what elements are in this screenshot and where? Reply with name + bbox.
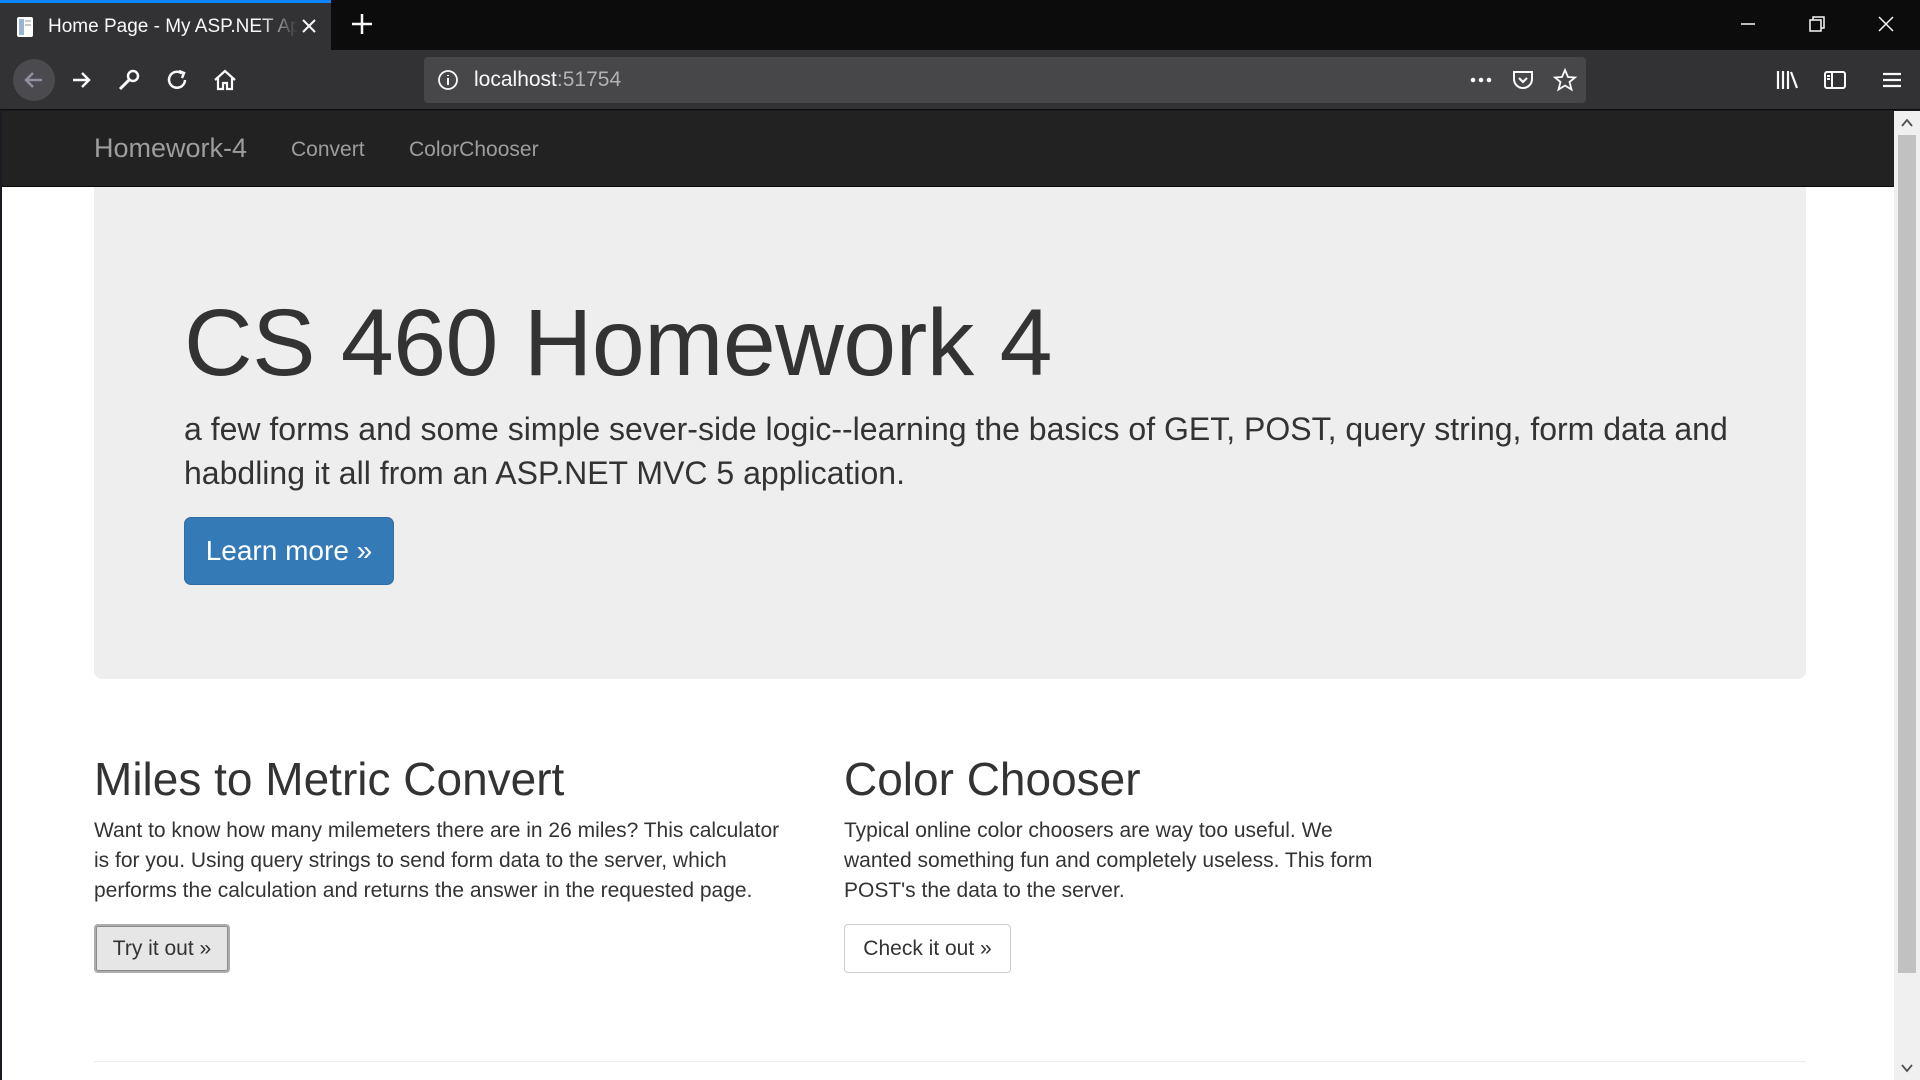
convert-description: Want to know how many milemeters there a… [94,819,780,902]
bookmark-star-icon[interactable] [1552,67,1578,93]
pocket-icon[interactable] [1510,67,1536,93]
check-it-out-button[interactable]: Check it out » [844,924,1011,973]
learn-more-button[interactable]: Learn more » [184,517,394,585]
convert-heading: Miles to Metric Convert [94,753,565,805]
close-window-icon[interactable] [1874,12,1898,36]
browser-toolbar: localhost:51754 [0,50,1920,110]
tab-strip: Home Page - My ASP.NET Application [0,0,1920,50]
lead-text: a few forms and some simple sever-side l… [184,411,1728,491]
url-text: localhost:51754 [474,68,621,92]
color-chooser-heading: Color Chooser [844,753,1141,805]
menu-button[interactable] [1875,63,1909,97]
site-navbar: Homework-4 Convert ColorChooser [2,111,1894,187]
home-button[interactable] [208,63,242,97]
sidebar-icon [1824,71,1846,89]
more-actions-icon[interactable] [1468,67,1494,93]
site-brand-link[interactable]: Homework-4 [94,133,247,164]
close-tab-icon[interactable] [297,14,321,38]
arrow-left-icon [24,72,42,88]
info-icon[interactable] [436,68,460,92]
new-tab-icon[interactable] [348,10,376,38]
color-chooser-description: Typical online color choosers are way to… [844,819,1373,902]
url-bar[interactable]: localhost:51754 [424,57,1586,103]
customize-button[interactable] [112,63,146,97]
wrench-icon [118,69,140,91]
reload-icon [167,69,187,89]
page-scrollbar[interactable] [1894,111,1920,1080]
library-icon [1776,71,1799,89]
url-host: localhost [474,68,557,91]
scrollbar-thumb[interactable] [1898,135,1916,973]
tab-title: Home Page - My ASP.NET Application [48,15,298,37]
page-title: CS 460 Homework 4 [184,290,1052,396]
library-button[interactable] [1770,63,1804,97]
url-port: :51754 [556,68,622,91]
page-favicon-icon [17,16,33,37]
arrow-right-icon [73,72,91,88]
hamburger-menu-icon [1883,72,1901,88]
home-icon [214,69,236,91]
restore-icon[interactable] [1805,12,1829,36]
sidebar-button[interactable] [1818,63,1852,97]
nav-link-colorchooser[interactable]: ColorChooser [409,138,539,162]
scroll-down-icon[interactable] [1900,1061,1914,1075]
divider [94,1061,1806,1062]
back-button[interactable] [13,59,55,101]
jumbotron: CS 460 Homework 4 a few forms and some s… [94,187,1806,679]
nav-link-convert[interactable]: Convert [291,138,365,162]
try-it-out-button[interactable]: Try it out » [94,924,230,973]
forward-button[interactable] [64,63,98,97]
page-viewport: Homework-4 Convert ColorChooser CS 460 H… [0,111,1894,1080]
scroll-up-icon[interactable] [1900,116,1914,130]
active-tab[interactable]: Home Page - My ASP.NET Application [0,0,331,50]
reload-button[interactable] [160,63,194,97]
minimize-icon[interactable] [1736,12,1760,36]
